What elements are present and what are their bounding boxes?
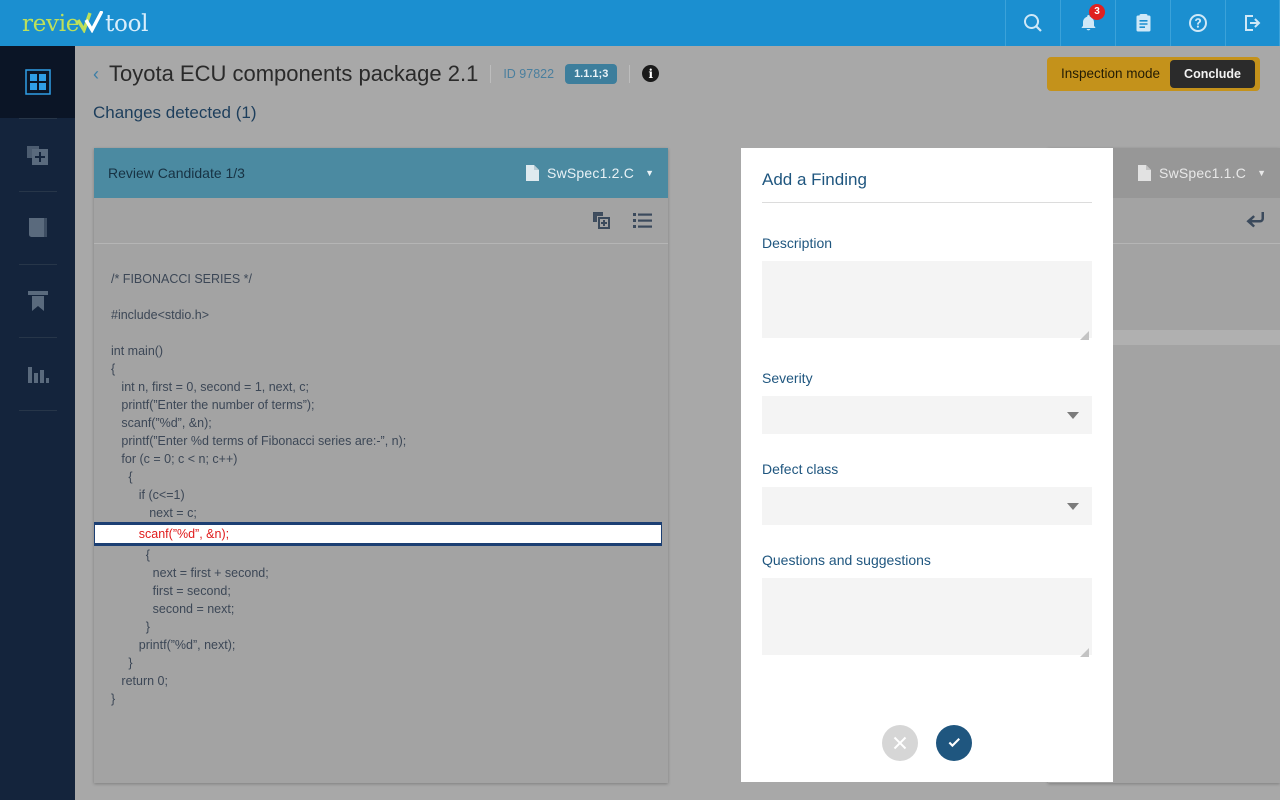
left-file-name: SwSpec1.2.C [547, 165, 635, 181]
inspection-mode-label: Inspection mode [1060, 66, 1161, 81]
chevron-down-icon [1067, 502, 1079, 510]
file-icon [526, 165, 540, 181]
cancel-button[interactable] [882, 725, 918, 761]
code-line[interactable]: if (c<=1) [94, 486, 668, 504]
logo-text-second: tool [105, 11, 149, 37]
search-icon[interactable] [1005, 0, 1060, 46]
header-divider [629, 64, 631, 83]
description-input[interactable] [762, 261, 1092, 338]
description-field-wrap [762, 261, 1092, 370]
dashboard-icon [24, 69, 51, 95]
logout-icon[interactable] [1225, 0, 1280, 46]
code-line[interactable]: /* FIBONACCI SERIES */ [94, 270, 668, 288]
code-line[interactable] [94, 324, 668, 342]
code-line[interactable]: for (c = 0; c < n; c++) [94, 450, 668, 468]
app-logo[interactable]: revie tool [0, 9, 180, 37]
code-line[interactable] [94, 288, 668, 306]
close-icon [893, 736, 907, 750]
conclude-button[interactable]: Conclude [1170, 59, 1255, 88]
chevron-down-icon: ▼ [1257, 168, 1266, 178]
confirm-button[interactable] [936, 725, 972, 761]
version-badge: 1.1.1;3 [565, 63, 618, 84]
checkmark-icon [77, 9, 105, 33]
bookmark-icon [27, 291, 48, 311]
sidebar-item-documents[interactable] [0, 192, 75, 264]
main-content: ‹ Toyota ECU components package 2.1 ID 9… [75, 46, 1280, 800]
code-line[interactable]: second = next; [94, 600, 668, 618]
sidebar-divider [18, 410, 57, 411]
code-line[interactable]: first = second; [94, 582, 668, 600]
back-button[interactable]: ‹ [93, 65, 99, 83]
modal-actions [762, 725, 1092, 761]
code-line[interactable]: } [94, 618, 668, 636]
page-title: Toyota ECU components package 2.1 [109, 60, 479, 86]
sidebar-item-new-review[interactable] [0, 119, 75, 191]
defect-class-label: Defect class [762, 461, 839, 477]
add-document-icon [26, 146, 48, 165]
severity-label: Severity [762, 370, 813, 386]
chevron-down-icon [1067, 411, 1079, 419]
code-line[interactable]: return 0; [94, 672, 668, 690]
code-line[interactable]: int n, first = 0, second = 1, next, c; [94, 378, 668, 396]
code-line[interactable]: int main() [94, 342, 668, 360]
code-line[interactable]: scanf(”%d”, &n); [94, 414, 668, 432]
notifications-icon[interactable]: 3 [1060, 0, 1115, 46]
left-panel-header: Review Candidate 1/3 SwSpec1.2.C ▼ [94, 148, 668, 198]
code-viewer[interactable]: /* FIBONACCI SERIES */ #include<stdio.h> i… [94, 244, 668, 782]
changes-detected-title: Changes detected (1) [93, 103, 257, 122]
code-line[interactable]: printf(”Enter the number of terms”); [94, 396, 668, 414]
top-navigation: 3 [1005, 0, 1280, 46]
code-line[interactable]: printf(”Enter %d terms of Fibonacci seri… [94, 432, 668, 450]
defect-class-select[interactable] [762, 487, 1092, 525]
findings-list-icon[interactable] [633, 211, 652, 230]
undo-return-icon[interactable] [1245, 211, 1266, 230]
code-line[interactable]: } [94, 690, 668, 708]
add-finding-icon[interactable] [592, 211, 611, 230]
help-icon[interactable] [1170, 0, 1225, 46]
right-file-selector[interactable]: SwSpec1.1.C ▼ [1138, 165, 1266, 181]
code-line[interactable]: { [94, 546, 668, 564]
info-icon[interactable]: i [642, 65, 660, 82]
page-header: ‹ Toyota ECU components package 2.1 ID 9… [75, 46, 1280, 101]
statistics-icon [27, 367, 49, 383]
left-file-selector[interactable]: SwSpec1.2.C ▼ [526, 165, 654, 181]
inspection-mode-pill: Inspection mode Conclude [1046, 56, 1260, 91]
sidebar [0, 46, 75, 800]
clipboard-icon[interactable] [1115, 0, 1170, 46]
top-bar: revie tool 3 [0, 0, 1280, 46]
description-label: Description [762, 235, 833, 251]
code-line[interactable]: printf(”%d”, next); [94, 636, 668, 654]
chevron-down-icon: ▼ [645, 168, 654, 178]
left-panel-toolbar [94, 198, 668, 244]
header-divider [490, 64, 492, 83]
review-candidate-label: Review Candidate 1/3 [108, 165, 245, 181]
code-line[interactable]: } [94, 654, 668, 672]
package-id: ID 97822 [503, 66, 555, 81]
code-line[interactable]: #include<stdio.h> [94, 306, 668, 324]
code-line[interactable]: { [94, 360, 668, 378]
severity-select[interactable] [762, 396, 1092, 434]
sidebar-item-dashboard[interactable] [0, 46, 75, 118]
file-icon [1138, 165, 1152, 181]
add-finding-modal: Add a Finding Description Severity Defec… [741, 148, 1113, 782]
check-icon [948, 737, 960, 747]
code-line[interactable]: next = c; [94, 504, 668, 522]
code-line[interactable]: next = first + second; [94, 564, 668, 582]
header-actions: Inspection mode Conclude [1046, 56, 1260, 91]
questions-label: Questions and suggestions [762, 552, 931, 568]
logo-text-first: revie [22, 11, 80, 37]
questions-input[interactable] [762, 578, 1092, 655]
modal-title: Add a Finding [762, 170, 867, 189]
sidebar-item-bookmarks[interactable] [0, 265, 75, 337]
sidebar-item-statistics[interactable] [0, 338, 75, 410]
documents-icon [28, 218, 47, 237]
right-file-name: SwSpec1.1.C [1159, 165, 1247, 181]
code-line[interactable]: { [94, 468, 668, 486]
code-line-highlighted[interactable]: scanf(”%d”, &n); [94, 522, 662, 546]
review-candidate-panel: Review Candidate 1/3 SwSpec1.2.C ▼ /* FI… [94, 148, 668, 783]
modal-divider [762, 202, 1092, 203]
questions-field-wrap [762, 578, 1092, 687]
notifications-badge: 3 [1089, 4, 1105, 20]
